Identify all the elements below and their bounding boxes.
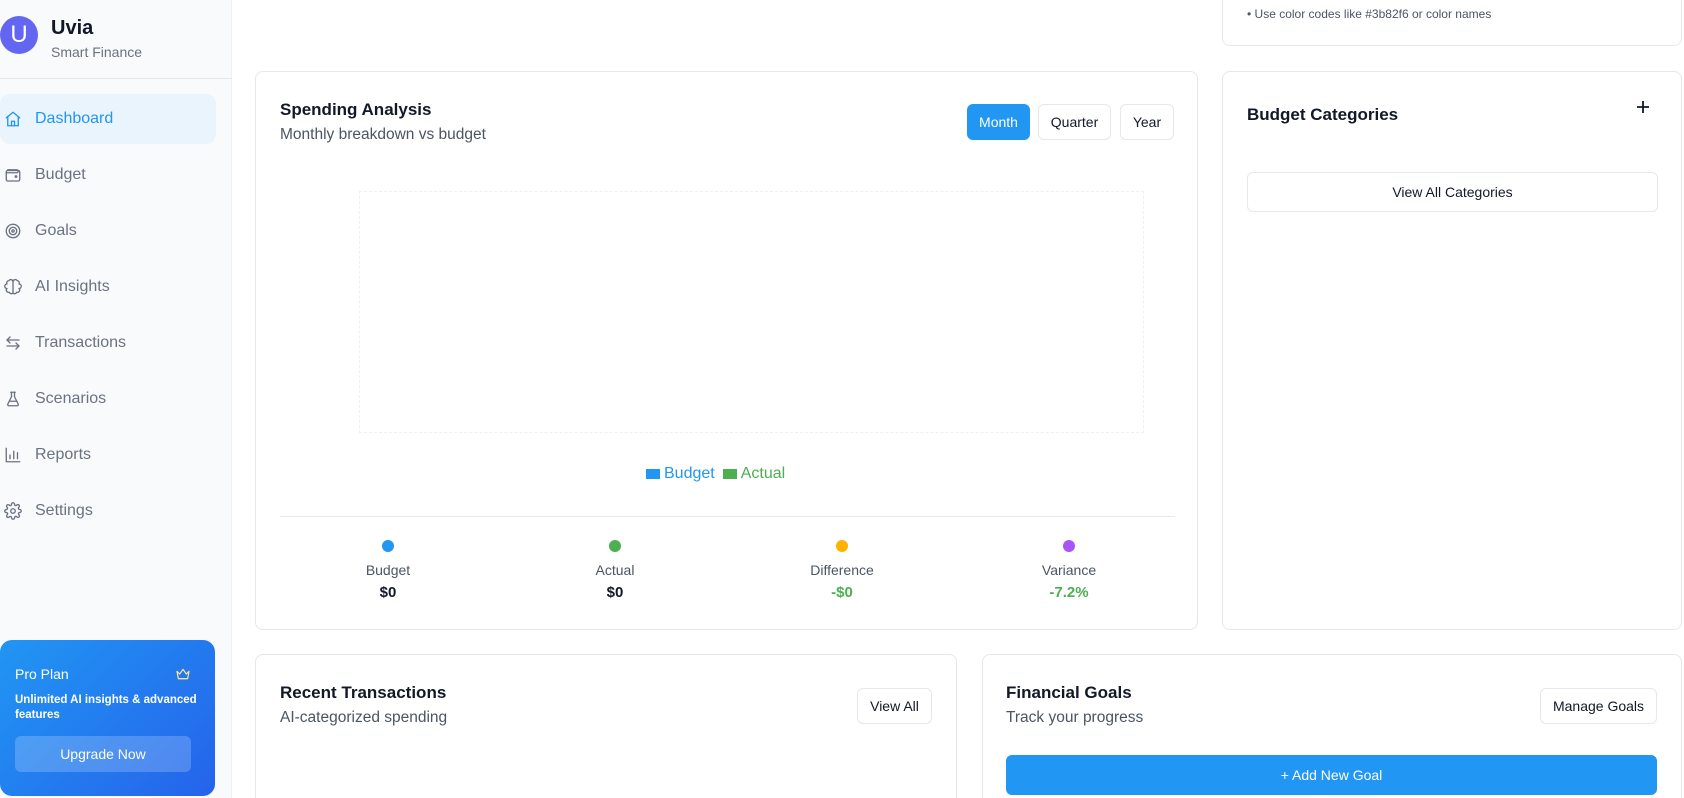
sidebar-item-label: Goals bbox=[35, 222, 77, 239]
pro-plan-card: Pro Plan Unlimited AI insights & advance… bbox=[0, 640, 215, 796]
brand-name: Uvia bbox=[51, 17, 94, 39]
flask-icon bbox=[3, 389, 23, 409]
stat-dot-actual bbox=[609, 540, 621, 552]
recent-transactions-subtitle: AI-categorized spending bbox=[280, 709, 448, 726]
stat-label: Budget bbox=[365, 562, 411, 578]
sidebar-item-dashboard[interactable]: Dashboard bbox=[0, 94, 216, 144]
stat-label: Actual bbox=[595, 562, 635, 578]
legend-label-actual: Actual bbox=[740, 465, 786, 482]
add-new-goal-button[interactable]: + Add New Goal bbox=[1006, 755, 1657, 795]
pro-plan-description: Unlimited AI insights & advanced feature… bbox=[15, 694, 197, 721]
wallet-icon bbox=[3, 165, 23, 185]
sidebar-item-label: Reports bbox=[35, 446, 92, 463]
chart-legend: Budget Actual bbox=[646, 465, 785, 483]
stat-difference: Difference -$0 bbox=[762, 540, 922, 601]
stat-value: $0 bbox=[606, 584, 624, 601]
sidebar-divider bbox=[0, 78, 232, 79]
sidebar-item-ai-insights[interactable]: AI Insights bbox=[0, 262, 216, 312]
brand-subtitle: Smart Finance bbox=[51, 44, 143, 60]
manage-goals-button[interactable]: Manage Goals bbox=[1540, 688, 1657, 724]
legend-swatch-budget bbox=[646, 469, 660, 479]
sidebar: U Uvia Smart Finance Dashboard Budget Go… bbox=[0, 0, 232, 798]
sidebar-item-label: Scenarios bbox=[35, 390, 107, 407]
view-all-categories-button[interactable]: View All Categories bbox=[1247, 172, 1658, 212]
legend-item-budget[interactable]: Budget bbox=[646, 465, 715, 483]
budget-categories-title: Budget Categories bbox=[1247, 105, 1399, 124]
sidebar-item-goals[interactable]: Goals bbox=[0, 206, 216, 256]
sidebar-nav: Dashboard Budget Goals AI Insights Trans… bbox=[0, 94, 216, 542]
upgrade-now-button[interactable]: Upgrade Now bbox=[15, 736, 191, 772]
target-icon bbox=[3, 221, 23, 241]
sidebar-item-label: Transactions bbox=[35, 334, 126, 351]
sidebar-item-reports[interactable]: Reports bbox=[0, 430, 216, 480]
legend-swatch-actual bbox=[722, 469, 737, 479]
brain-icon bbox=[3, 277, 23, 297]
period-month-button[interactable]: Month bbox=[967, 104, 1030, 140]
stat-label: Variance bbox=[1041, 562, 1097, 578]
financial-goals-title: Financial Goals bbox=[1006, 683, 1132, 702]
view-all-transactions-button[interactable]: View All bbox=[857, 688, 932, 724]
stat-value: -7.2% bbox=[1049, 584, 1089, 601]
financial-goals-card: Financial Goals Track your progress Mana… bbox=[982, 654, 1682, 798]
crown-icon bbox=[175, 666, 191, 682]
sidebar-item-budget[interactable]: Budget bbox=[0, 150, 216, 200]
arrows-icon bbox=[3, 333, 23, 353]
brand[interactable]: U Uvia Smart Finance bbox=[0, 8, 232, 70]
spending-title: Spending Analysis bbox=[280, 100, 432, 119]
stat-value: -$0 bbox=[831, 584, 853, 601]
stats-divider bbox=[280, 516, 1175, 517]
period-quarter-button[interactable]: Quarter bbox=[1038, 104, 1111, 140]
budget-categories-card: Budget Categories View All Categories bbox=[1222, 71, 1682, 630]
stat-actual: Actual $0 bbox=[535, 540, 695, 601]
stat-variance: Variance -7.2% bbox=[989, 540, 1149, 601]
period-year-button[interactable]: Year bbox=[1120, 104, 1174, 140]
plus-icon bbox=[1637, 101, 1649, 113]
recent-transactions-title: Recent Transactions bbox=[280, 683, 447, 702]
legend-label-budget: Budget bbox=[664, 465, 715, 482]
financial-goals-subtitle: Track your progress bbox=[1006, 709, 1144, 726]
legend-item-actual[interactable]: Actual bbox=[722, 465, 786, 483]
color-tip-text: • Use color codes like #3b82f6 or color … bbox=[1247, 7, 1492, 21]
bar-chart-icon bbox=[3, 445, 23, 465]
stat-dot-variance bbox=[1063, 540, 1075, 552]
sidebar-item-label: Dashboard bbox=[35, 110, 114, 127]
sidebar-item-scenarios[interactable]: Scenarios bbox=[0, 374, 216, 424]
sidebar-item-settings[interactable]: Settings bbox=[0, 486, 216, 536]
stat-label: Difference bbox=[810, 562, 874, 578]
spending-analysis-card: Spending Analysis Monthly breakdown vs b… bbox=[255, 71, 1198, 630]
stat-value: $0 bbox=[379, 584, 397, 601]
brand-avatar: U bbox=[0, 16, 38, 54]
spending-subtitle: Monthly breakdown vs budget bbox=[280, 126, 486, 143]
stat-budget: Budget $0 bbox=[308, 540, 468, 601]
stat-dot-budget bbox=[382, 540, 394, 552]
recent-transactions-card: Recent Transactions AI-categorized spend… bbox=[255, 654, 957, 798]
gear-icon bbox=[3, 501, 23, 521]
sidebar-item-label: Settings bbox=[35, 502, 93, 519]
sidebar-item-label: AI Insights bbox=[35, 278, 110, 295]
sidebar-item-label: Budget bbox=[35, 166, 86, 183]
sidebar-item-transactions[interactable]: Transactions bbox=[0, 318, 216, 368]
home-icon bbox=[3, 109, 23, 129]
color-tips-card: • Use color codes like #3b82f6 or color … bbox=[1222, 0, 1682, 46]
stat-dot-difference bbox=[836, 540, 848, 552]
add-category-button[interactable] bbox=[1628, 92, 1658, 122]
spending-chart-area bbox=[359, 191, 1144, 433]
pro-plan-title: Pro Plan bbox=[15, 666, 69, 682]
